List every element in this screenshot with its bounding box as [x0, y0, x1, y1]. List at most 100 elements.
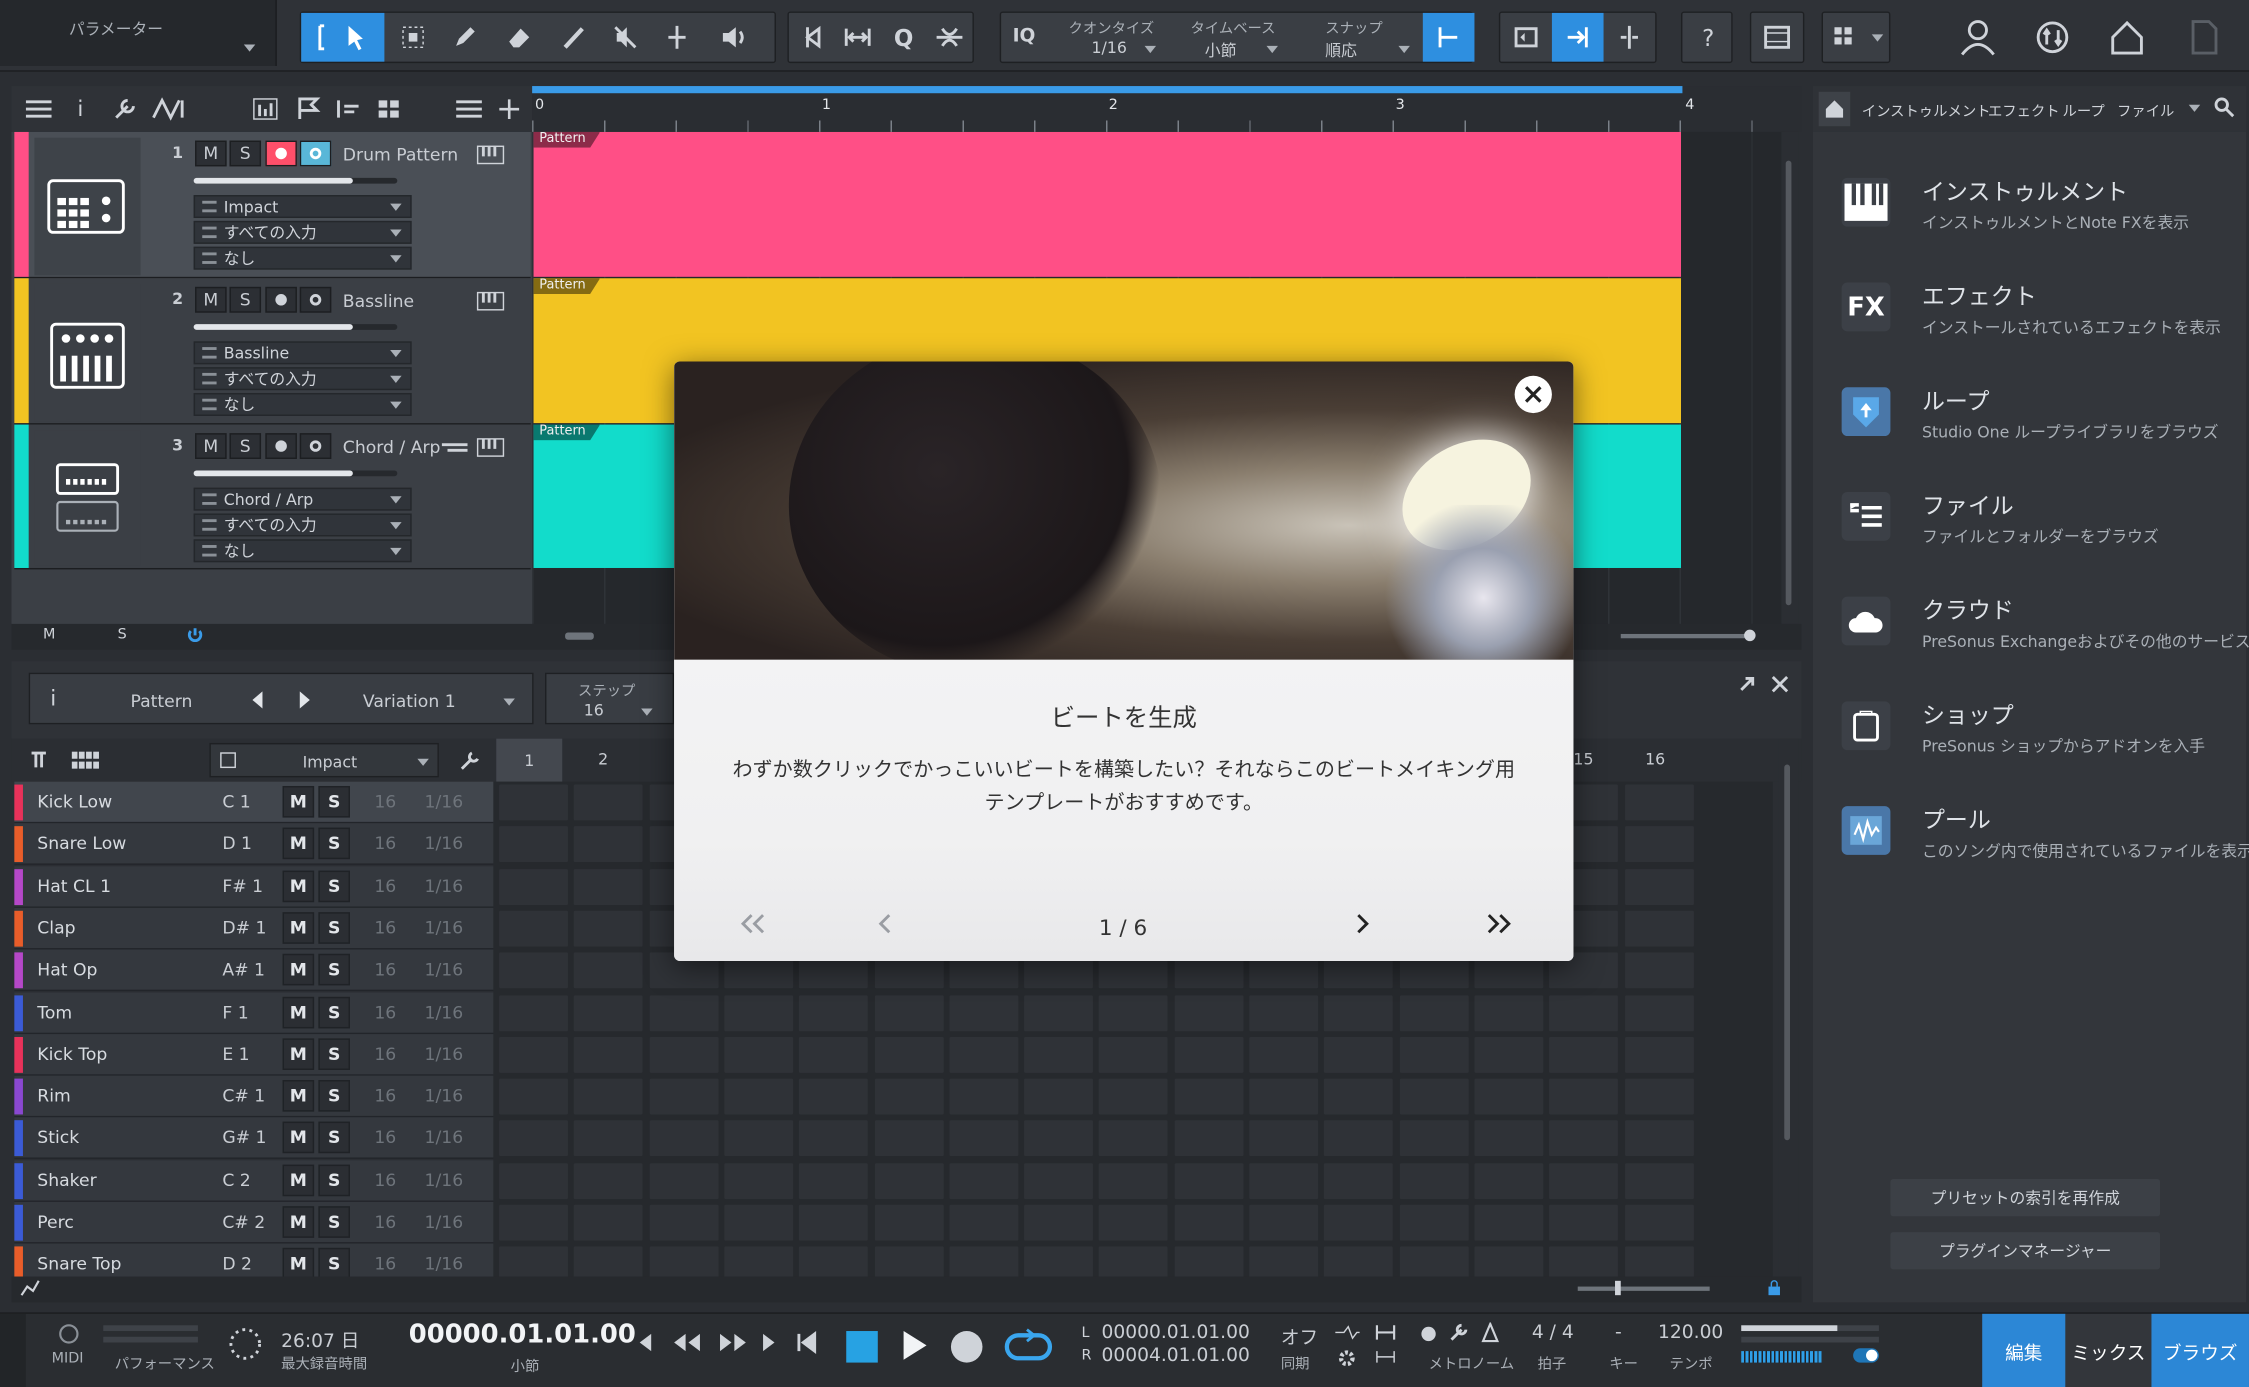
split-tool-button[interactable] — [651, 13, 703, 62]
solo-button[interactable]: S — [318, 954, 350, 986]
step-cell[interactable] — [874, 1204, 944, 1241]
step-cell[interactable] — [724, 1036, 794, 1073]
drum-row[interactable]: Perc C# 2 M S 16 1/16 — [14, 1201, 494, 1244]
mute-button[interactable]: M — [282, 954, 315, 986]
dialog-close-button[interactable] — [1514, 375, 1552, 414]
wrench-icon[interactable] — [459, 749, 482, 772]
instrument-select[interactable]: Impact — [193, 195, 412, 219]
step-cell[interactable] — [1624, 994, 1694, 1031]
snap-toggle-button[interactable] — [1422, 12, 1475, 62]
step-cell[interactable] — [499, 1246, 568, 1277]
next-page-button[interactable] — [1341, 912, 1384, 941]
step-cell[interactable] — [1174, 994, 1244, 1031]
loop-end[interactable]: 00004.01.01.00 — [1102, 1345, 1250, 1367]
solo-button[interactable]: S — [318, 996, 350, 1028]
step-cell[interactable] — [574, 868, 643, 905]
step-cell[interactable] — [1324, 1162, 1394, 1199]
step-cell[interactable] — [949, 1036, 1019, 1073]
drum-row[interactable]: Rim C# 1 M S 16 1/16 — [14, 1075, 494, 1118]
step-cell[interactable] — [1474, 1204, 1544, 1241]
mute-button[interactable]: M — [282, 1206, 315, 1238]
step-cell[interactable] — [574, 1120, 643, 1157]
stop-button[interactable] — [846, 1331, 878, 1363]
step-cell[interactable] — [1099, 1120, 1169, 1157]
solo-button[interactable]: S — [318, 785, 350, 818]
step-cell[interactable] — [724, 1204, 794, 1241]
step-cell[interactable] — [874, 1036, 944, 1073]
mute-button[interactable]: M — [282, 870, 315, 902]
rebuild-preset-index-button[interactable]: プリセットの索引を再作成 — [1890, 1178, 2161, 1217]
macro-button[interactable] — [1823, 13, 1875, 62]
next-variation-button[interactable] — [299, 691, 310, 709]
solo-button[interactable]: S — [229, 140, 262, 167]
step-cell[interactable] — [574, 994, 643, 1031]
step-cell[interactable] — [1474, 1246, 1544, 1277]
step-cell[interactable] — [724, 994, 794, 1031]
info-icon[interactable]: i — [50, 686, 56, 712]
step-cell[interactable] — [874, 994, 944, 1031]
step-cell[interactable] — [1549, 1078, 1619, 1115]
track-list-button[interactable] — [23, 95, 55, 124]
step-cell[interactable] — [949, 1078, 1019, 1115]
step-cell[interactable] — [1249, 1036, 1319, 1073]
volume-slider[interactable] — [193, 177, 398, 184]
drum-row[interactable]: Hat CL 1 F# 1 M S 16 1/16 — [14, 865, 494, 908]
step-cell[interactable] — [1024, 1204, 1094, 1241]
step-cell[interactable] — [1324, 1120, 1394, 1157]
quantize-button[interactable]: Q — [878, 13, 930, 62]
step-cell[interactable] — [1399, 1204, 1469, 1241]
step-cell[interactable] — [949, 994, 1019, 1031]
step-cell[interactable] — [874, 1078, 944, 1115]
step-cell[interactable] — [499, 994, 568, 1031]
output-select[interactable]: なし — [193, 246, 412, 270]
grid-view-button[interactable] — [373, 95, 405, 124]
pattern-event-drum[interactable]: Pattern — [533, 131, 1681, 277]
step-cell[interactable] — [1624, 1078, 1694, 1115]
step-cell[interactable] — [1024, 1120, 1094, 1157]
close-icon[interactable] — [1770, 674, 1790, 694]
step-cell[interactable] — [1099, 1204, 1169, 1241]
drum-row[interactable]: Stick G# 1 M S 16 1/16 — [14, 1117, 494, 1160]
zoom-fit-button[interactable] — [1604, 13, 1656, 62]
browser-tab[interactable]: エフェクト — [1988, 99, 2060, 121]
stretch-button[interactable] — [832, 13, 884, 62]
track-drum-pattern[interactable]: 1 M S Drum Pattern Impact すべての入力 なし — [14, 131, 531, 279]
browser-item-title[interactable]: クラウド — [1922, 591, 2014, 625]
step-cell[interactable] — [1174, 1204, 1244, 1241]
record-arm-button[interactable] — [265, 286, 297, 313]
step-cell[interactable] — [1174, 1246, 1244, 1277]
solo-button[interactable]: S — [318, 1164, 350, 1196]
step-cell[interactable] — [1099, 1078, 1169, 1115]
user-button[interactable] — [1954, 14, 2003, 60]
step-cell[interactable] — [1249, 994, 1319, 1031]
inspector-button[interactable]: i — [69, 95, 92, 124]
solo-button[interactable]: S — [318, 828, 350, 860]
step-cell[interactable] — [1624, 910, 1694, 947]
listen-tool-button[interactable] — [709, 13, 761, 62]
step-cell[interactable] — [724, 1246, 794, 1277]
step-cell[interactable] — [1324, 1246, 1394, 1277]
step-cell[interactable] — [499, 910, 568, 947]
search-icon[interactable] — [2214, 97, 2235, 118]
start-page-button[interactable] — [2103, 14, 2152, 60]
editor-scrollbar[interactable] — [1778, 738, 1799, 1277]
step-cell[interactable] — [1399, 1120, 1469, 1157]
solo-button[interactable]: S — [318, 1248, 350, 1280]
instrument-select[interactable]: Impact — [209, 742, 439, 778]
step-cell[interactable] — [1624, 868, 1694, 905]
track-menu-button[interactable] — [453, 95, 485, 124]
rewind-button[interactable] — [671, 1331, 705, 1360]
step-cell[interactable] — [574, 1204, 643, 1241]
step-cell[interactable] — [1624, 1246, 1694, 1277]
last-page-button[interactable] — [1477, 912, 1520, 941]
follow-button[interactable] — [1551, 12, 1604, 62]
step-cell[interactable] — [799, 1036, 869, 1073]
time-signature[interactable]: 4 / 4 — [1532, 1322, 1574, 1344]
mute-button[interactable]: M — [195, 140, 227, 167]
volume-slider[interactable] — [193, 324, 398, 330]
step-cell[interactable] — [649, 1036, 719, 1073]
zoom-slider[interactable] — [1620, 629, 1756, 642]
eraser-tool-button[interactable] — [493, 13, 545, 62]
track-bassline[interactable]: 2 M S Bassline Bassline すべての入力 なし — [14, 278, 531, 425]
step-cell[interactable] — [499, 784, 568, 821]
